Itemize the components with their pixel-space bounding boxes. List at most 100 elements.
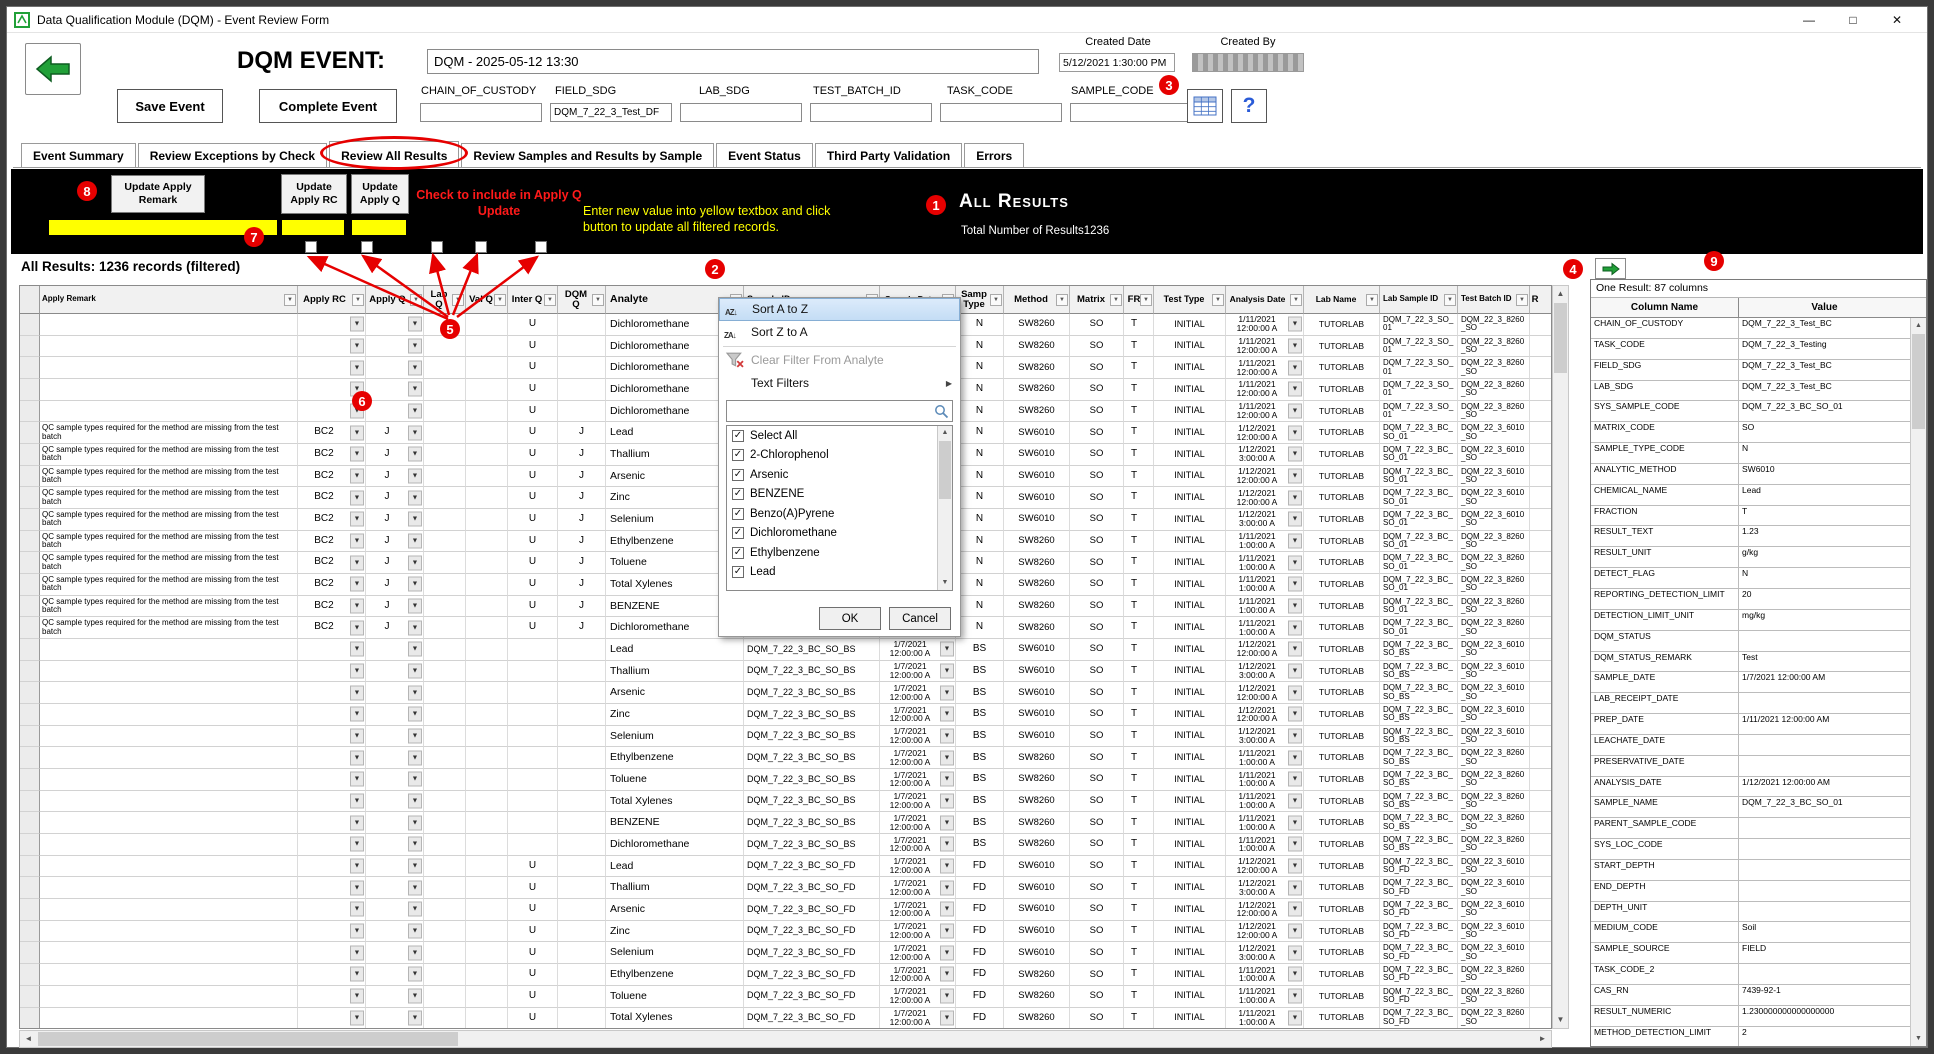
- cell-dropdown-button[interactable]: ▼: [1288, 815, 1302, 830]
- column-header-labq[interactable]: Lab Q▼: [424, 286, 466, 314]
- cell-dropdown-button[interactable]: ▼: [350, 360, 364, 375]
- filter-value-item[interactable]: ✓BENZENE: [727, 485, 952, 505]
- table-row[interactable]: ▼▼UTotal XylenesDQM_7_22_3_BC_SO_FD1/7/2…: [20, 1008, 1551, 1030]
- apply-q-value-textbox[interactable]: [351, 219, 407, 236]
- filter-icon[interactable]: ▼: [494, 294, 506, 306]
- filter-icon[interactable]: ▼: [284, 294, 296, 306]
- table-row[interactable]: ▼▼ULeadDQM_7_22_3_BC_SO_FD1/7/2021 12:00…: [20, 856, 1551, 878]
- cell-dropdown-button[interactable]: ▼: [350, 729, 364, 744]
- column-header-fr[interactable]: FR▼: [1124, 286, 1154, 314]
- cell-dropdown-button[interactable]: ▼: [940, 729, 954, 744]
- table-row[interactable]: ▼▼SeleniumDQM_7_22_3_BC_SO_BS1/7/2021 12…: [20, 726, 1551, 748]
- cell-dropdown-button[interactable]: ▼: [1288, 620, 1302, 635]
- cell-dropdown-button[interactable]: ▼: [408, 794, 422, 809]
- include-checkbox[interactable]: [305, 241, 317, 253]
- filter-value-item[interactable]: ✓Select All: [727, 426, 952, 446]
- column-header-remark[interactable]: Apply Remark▼: [40, 286, 298, 314]
- update-apply-q-button[interactable]: Update Apply Q: [351, 174, 409, 214]
- checkbox-icon[interactable]: ✓: [732, 430, 744, 442]
- scrollbar-thumb[interactable]: [1912, 334, 1925, 429]
- cell-dropdown-button[interactable]: ▼: [408, 772, 422, 787]
- cell-dropdown-button[interactable]: ▼: [408, 989, 422, 1004]
- tab-event-status[interactable]: Event Status: [716, 143, 813, 167]
- filter-value-item[interactable]: ✓2-Chlorophenol: [727, 446, 952, 466]
- cell-dropdown-button[interactable]: ▼: [408, 360, 422, 375]
- cell-dropdown-button[interactable]: ▼: [408, 620, 422, 635]
- cancel-button[interactable]: Cancel: [889, 607, 951, 630]
- tab-review-samples-and-results-by-sample[interactable]: Review Samples and Results by Sample: [461, 143, 714, 167]
- cell-dropdown-button[interactable]: ▼: [1288, 707, 1302, 722]
- ok-button[interactable]: OK: [819, 607, 881, 630]
- scrollbar-thumb[interactable]: [939, 441, 951, 499]
- table-row[interactable]: ▼▼UEthylbenzeneDQM_7_22_3_BC_SO_FD1/7/20…: [20, 964, 1551, 986]
- cell-dropdown-button[interactable]: ▼: [408, 490, 422, 505]
- cell-dropdown-button[interactable]: ▼: [1288, 534, 1302, 549]
- tab-errors[interactable]: Errors: [964, 143, 1024, 167]
- cell-dropdown-button[interactable]: ▼: [408, 469, 422, 484]
- save-event-button[interactable]: Save Event: [117, 89, 223, 123]
- cell-dropdown-button[interactable]: ▼: [408, 945, 422, 960]
- column-header-batch[interactable]: Test Batch ID▼: [1458, 286, 1530, 314]
- cell-dropdown-button[interactable]: ▼: [1288, 382, 1302, 397]
- table-row[interactable]: ▼▼Total XylenesDQM_7_22_3_BC_SO_BS1/7/20…: [20, 791, 1551, 813]
- help-button[interactable]: ?: [1231, 89, 1267, 123]
- filter-value-item[interactable]: ✓Arsenic: [727, 465, 952, 485]
- cell-dropdown-button[interactable]: ▼: [350, 469, 364, 484]
- cell-dropdown-button[interactable]: ▼: [940, 815, 954, 830]
- back-button[interactable]: [25, 43, 81, 95]
- cell-dropdown-button[interactable]: ▼: [408, 1010, 422, 1025]
- cell-dropdown-button[interactable]: ▼: [408, 902, 422, 917]
- scrollbar-thumb[interactable]: [1554, 303, 1567, 373]
- column-header-dqmq[interactable]: DQM Q▼: [558, 286, 606, 314]
- export-excel-button[interactable]: [1187, 89, 1223, 123]
- cell-dropdown-button[interactable]: ▼: [1288, 469, 1302, 484]
- cell-dropdown-button[interactable]: ▼: [1288, 577, 1302, 592]
- filter-icon[interactable]: ▼: [410, 294, 422, 306]
- cell-dropdown-button[interactable]: ▼: [350, 880, 364, 895]
- cell-dropdown-button[interactable]: ▼: [350, 772, 364, 787]
- cell-dropdown-button[interactable]: ▼: [350, 339, 364, 354]
- task-code-input[interactable]: [940, 103, 1062, 122]
- column-header-valq[interactable]: Val Q▼: [466, 286, 508, 314]
- cell-dropdown-button[interactable]: ▼: [408, 729, 422, 744]
- cell-dropdown-button[interactable]: ▼: [408, 339, 422, 354]
- table-row[interactable]: ▼▼EthylbenzeneDQM_7_22_3_BC_SO_BS1/7/202…: [20, 747, 1551, 769]
- grid-horizontal-scrollbar[interactable]: ◄ ►: [19, 1030, 1552, 1048]
- cell-dropdown-button[interactable]: ▼: [350, 924, 364, 939]
- cell-dropdown-button[interactable]: ▼: [350, 642, 364, 657]
- cell-dropdown-button[interactable]: ▼: [408, 404, 422, 419]
- menu-item-text-filters[interactable]: Text Filters ▶: [719, 372, 960, 395]
- checkbox-icon[interactable]: ✓: [732, 469, 744, 481]
- cell-dropdown-button[interactable]: ▼: [350, 425, 364, 440]
- scroll-up-icon[interactable]: ▲: [1911, 318, 1926, 333]
- cell-dropdown-button[interactable]: ▼: [940, 945, 954, 960]
- filter-icon[interactable]: ▼: [1290, 294, 1302, 306]
- filter-icon[interactable]: ▼: [1212, 294, 1224, 306]
- tab-review-exceptions-by-check[interactable]: Review Exceptions by Check: [138, 143, 327, 167]
- cell-dropdown-button[interactable]: ▼: [408, 599, 422, 614]
- cell-dropdown-button[interactable]: ▼: [408, 447, 422, 462]
- filter-icon[interactable]: ▼: [1056, 294, 1068, 306]
- cell-dropdown-button[interactable]: ▼: [408, 512, 422, 527]
- cell-dropdown-button[interactable]: ▼: [1288, 880, 1302, 895]
- close-button[interactable]: ✕: [1875, 7, 1919, 33]
- cell-dropdown-button[interactable]: ▼: [940, 794, 954, 809]
- include-checkbox[interactable]: [431, 241, 443, 253]
- table-row[interactable]: ▼▼ArsenicDQM_7_22_3_BC_SO_BS1/7/2021 12:…: [20, 682, 1551, 704]
- column-header-interq[interactable]: Inter Q▼: [508, 286, 558, 314]
- filter-icon[interactable]: ▼: [990, 294, 1002, 306]
- test-batch-id-input[interactable]: [810, 103, 932, 122]
- cell-dropdown-button[interactable]: ▼: [940, 924, 954, 939]
- chain-of-custody-input[interactable]: [420, 103, 542, 122]
- cell-dropdown-button[interactable]: ▼: [350, 317, 364, 332]
- checkbox-icon[interactable]: ✓: [732, 547, 744, 559]
- table-row[interactable]: ▼▼USeleniumDQM_7_22_3_BC_SO_FD1/7/2021 1…: [20, 942, 1551, 964]
- column-header-q[interactable]: Apply Q▼: [366, 286, 424, 314]
- cell-dropdown-button[interactable]: ▼: [408, 534, 422, 549]
- cell-dropdown-button[interactable]: ▼: [940, 664, 954, 679]
- filter-value-item[interactable]: ✓Lead: [727, 563, 952, 583]
- grid-vertical-scrollbar[interactable]: ▲ ▼: [1552, 285, 1569, 1029]
- filter-icon[interactable]: ▼: [1366, 294, 1378, 306]
- cell-dropdown-button[interactable]: ▼: [1288, 599, 1302, 614]
- cell-dropdown-button[interactable]: ▼: [940, 642, 954, 657]
